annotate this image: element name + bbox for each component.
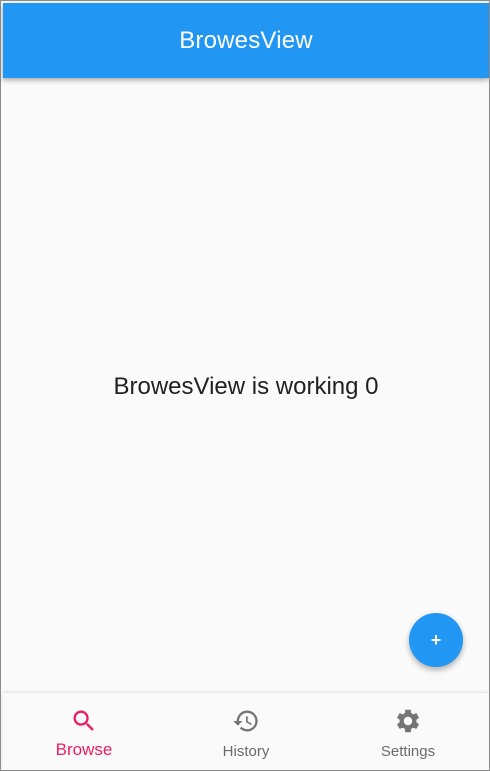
plus-icon: + [430, 629, 442, 650]
nav-label-history: History [222, 743, 270, 760]
app-bar: BrowesView [3, 3, 489, 78]
app-bar-title: BrowesView [179, 26, 313, 54]
nav-item-settings[interactable]: Settings [327, 693, 489, 770]
nav-label-browse: Browse [55, 740, 113, 759]
nav-item-history[interactable]: History [165, 693, 327, 770]
add-button[interactable]: + [409, 613, 463, 667]
app-window: BrowesView BrowesView is working 0 + Bro… [0, 0, 490, 771]
status-text: BrowesView is working 0 [113, 373, 379, 400]
search-icon [73, 710, 94, 731]
history-icon [233, 710, 258, 732]
bottom-navigation-bar: Browse History Settings [3, 693, 489, 770]
nav-item-browse[interactable]: Browse [3, 693, 165, 770]
nav-label-settings: Settings [380, 743, 436, 760]
main-content: BrowesView is working 0 + [3, 78, 489, 693]
gear-icon [397, 709, 419, 733]
